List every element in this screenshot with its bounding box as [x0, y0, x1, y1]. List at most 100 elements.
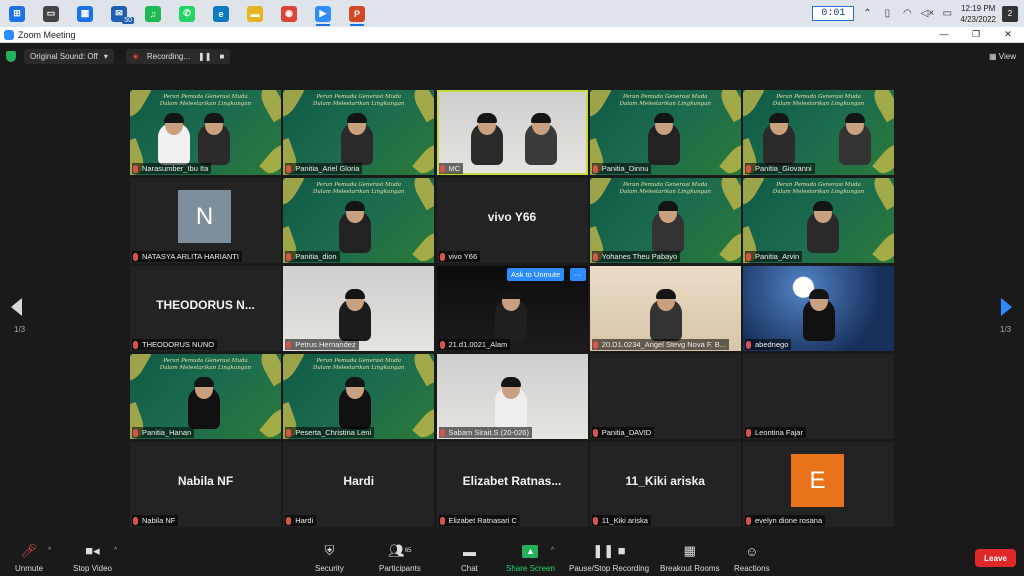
- leaf-decoration: [718, 140, 741, 175]
- minimize-icon[interactable]: —: [928, 29, 960, 40]
- file-explorer-icon[interactable]: ▬: [238, 0, 272, 27]
- chrome-icon[interactable]: ◉: [272, 0, 306, 27]
- participant-tile[interactable]: Peran Pemuda Generasi Muda Dalam Melesta…: [283, 90, 435, 175]
- original-sound-dropdown[interactable]: Original Sound: Off ▾: [24, 48, 114, 64]
- stop-video-button[interactable]: ■◂ Stop Video: [73, 542, 112, 573]
- participant-tile[interactable]: Peran Pemuda Generasi Muda Dalam Melesta…: [589, 90, 741, 175]
- participant-video-figure: [341, 113, 374, 165]
- muted-mic-icon: [746, 429, 751, 437]
- clock-date: 4/23/2022: [960, 14, 996, 24]
- participant-tile[interactable]: Peran Pemuda Generasi Muda Dalam Melesta…: [130, 90, 281, 175]
- participant-tile[interactable]: abednego: [743, 266, 894, 351]
- leaf-decoration: [412, 404, 435, 439]
- clock[interactable]: 12:19 PM 4/23/2022: [960, 3, 996, 25]
- stop-recording-icon[interactable]: ■: [219, 52, 224, 61]
- zoom-icon[interactable]: ▶: [306, 0, 340, 27]
- more-options-button[interactable]: ···: [570, 268, 586, 281]
- next-page-arrow-icon[interactable]: [1001, 298, 1012, 316]
- participant-tile[interactable]: Eevelyn dione rosana: [743, 442, 894, 527]
- previous-page-arrow-icon[interactable]: [11, 298, 22, 316]
- windows-start-icon-glyph: ⊞: [9, 5, 25, 22]
- windows-start-icon[interactable]: ⊞: [0, 0, 34, 27]
- participant-tile[interactable]: Nabila NF Nabila NF: [130, 442, 281, 527]
- participant-tile[interactable]: Sabam Sirait.S (20-026): [436, 354, 588, 439]
- participant-tile[interactable]: 20.D1.0234_Angel Stevg Nova F. B...: [589, 266, 741, 351]
- participant-tile[interactable]: vivo Y66 vivo Y66: [436, 178, 588, 263]
- share-screen-label: Share Screen: [506, 564, 555, 573]
- figure-hair: [476, 113, 497, 123]
- notification-center-icon[interactable]: 2: [1002, 5, 1018, 22]
- leave-button[interactable]: Leave: [975, 549, 1016, 567]
- task-view-icon-glyph: ▭: [43, 5, 59, 22]
- close-icon[interactable]: ✕: [992, 29, 1024, 40]
- leaf-decoration: [716, 178, 741, 211]
- participant-tile[interactable]: Hardi Hardi: [283, 442, 435, 527]
- participant-name-label: Peserta_Christina Leni: [285, 427, 375, 438]
- powerpoint-icon[interactable]: P: [340, 0, 374, 27]
- unmute-button[interactable]: 🎤︎ Unmute: [15, 542, 43, 573]
- figure-hair: [204, 113, 224, 123]
- audio-options-caret-icon[interactable]: ^: [48, 547, 51, 554]
- volume-icon[interactable]: ◁×: [920, 8, 935, 19]
- participant-tile[interactable]: THEODORUS N... THEODORUS NUNO: [130, 266, 281, 351]
- mail-badge: 50: [122, 17, 134, 24]
- pause-recording-icon[interactable]: ❚❚: [198, 52, 211, 61]
- view-button[interactable]: ▦ View: [989, 52, 1024, 61]
- participant-tile[interactable]: Leontina Fajar: [743, 354, 894, 439]
- participant-tile[interactable]: Petrus Hernandez: [283, 266, 435, 351]
- participant-name-label: Yohanes Theu Pabayo: [591, 251, 681, 262]
- video-options-caret-icon[interactable]: ^: [114, 547, 117, 554]
- encryption-shield-icon[interactable]: [6, 50, 16, 62]
- battery-icon[interactable]: ▯: [880, 8, 894, 19]
- recording-indicator: Recording... ❚❚ ■: [125, 48, 231, 64]
- participant-tile[interactable]: Peran Pemuda Generasi Muda Dalam Melesta…: [283, 178, 435, 263]
- whatsapp-icon[interactable]: ✆: [170, 0, 204, 27]
- pause-stop-recording-button[interactable]: ❚❚ ■ Pause/Stop Recording: [569, 542, 649, 573]
- edge-icon[interactable]: e: [204, 0, 238, 27]
- muted-mic-icon: [133, 429, 138, 437]
- chat-button[interactable]: ▬ Chat: [461, 542, 478, 574]
- leaf-decoration: [409, 178, 435, 211]
- task-view-icon[interactable]: ▭: [34, 0, 68, 27]
- mail-icon[interactable]: ✉ 50: [102, 0, 136, 27]
- participant-tile[interactable]: Peran Pemuda Generasi Muda Dalam Melesta…: [283, 354, 435, 439]
- share-screen-button[interactable]: ▲ Share Screen: [506, 542, 555, 573]
- window-titlebar: Zoom Meeting — ❐ ✕: [0, 27, 1024, 43]
- muted-mic-icon: [439, 429, 445, 437]
- participant-tile[interactable]: 11_Kiki ariska 11_Kiki ariska: [589, 442, 741, 527]
- share-options-caret-icon[interactable]: ^: [551, 547, 554, 554]
- participant-tile[interactable]: MC: [436, 90, 588, 175]
- participant-tile[interactable]: Panitia_DAVID: [589, 354, 741, 439]
- participant-display-name: Hardi: [343, 474, 375, 488]
- muted-mic-icon: [286, 253, 292, 261]
- taskbar-apps: ⊞ ▭ ▦ ✉ 50 ♫ ✆ e ▬ ◉ ▶ P: [0, 0, 374, 27]
- participant-tile[interactable]: Peran Pemuda Generasi Muda Dalam Melesta…: [743, 178, 894, 263]
- participant-name-label: Panitia_Hanan: [132, 427, 195, 438]
- chevron-up-icon[interactable]: ⌃: [860, 8, 874, 19]
- participant-tile[interactable]: Peran Pemuda Generasi Muda Dalam Melesta…: [743, 90, 894, 175]
- breakout-rooms-button[interactable]: ▦ Breakout Rooms: [660, 542, 720, 573]
- participant-name-label: vivo Y66: [438, 251, 481, 262]
- participant-tile[interactable]: Peran Pemuda Generasi Muda Dalam Melesta…: [589, 178, 741, 263]
- participant-video-figure: [807, 201, 839, 253]
- wifi-icon[interactable]: ◠: [900, 8, 914, 19]
- restore-icon[interactable]: ❐: [960, 29, 992, 40]
- spotify-icon[interactable]: ♫: [136, 0, 170, 27]
- meeting-toolbar: 🎤︎ Unmute ^ ■◂ Stop Video ^ ⛨ Security 👥…: [0, 538, 1024, 576]
- participant-tile[interactable]: Elizabet Ratnas... Elizabet Ratnasari C: [436, 442, 588, 527]
- ask-to-unmute-button[interactable]: Ask to Unmute: [507, 268, 565, 281]
- security-button[interactable]: ⛨ Security: [315, 542, 344, 573]
- zoom-icon-glyph: ▶: [315, 5, 331, 22]
- participant-tile[interactable]: N NATASYA ARLITA HARIANTI: [130, 178, 281, 263]
- page-indicator-right: 1/3: [1000, 325, 1012, 334]
- store-icon[interactable]: ▦: [68, 0, 102, 27]
- reactions-button[interactable]: ☺ Reactions: [734, 542, 770, 574]
- participants-label: Participants: [379, 564, 421, 573]
- clock-time: 12:19 PM: [961, 3, 996, 13]
- figure-hair: [769, 113, 789, 123]
- participants-button[interactable]: 👥︎ 65 Participants: [379, 542, 421, 573]
- recording-timer[interactable]: 0:01: [812, 6, 855, 21]
- keyboard-icon[interactable]: ▭: [940, 8, 954, 19]
- participant-name-label: Panitia_Dinnu: [591, 163, 652, 174]
- participant-tile[interactable]: Peran Pemuda Generasi Muda Dalam Melesta…: [130, 354, 281, 439]
